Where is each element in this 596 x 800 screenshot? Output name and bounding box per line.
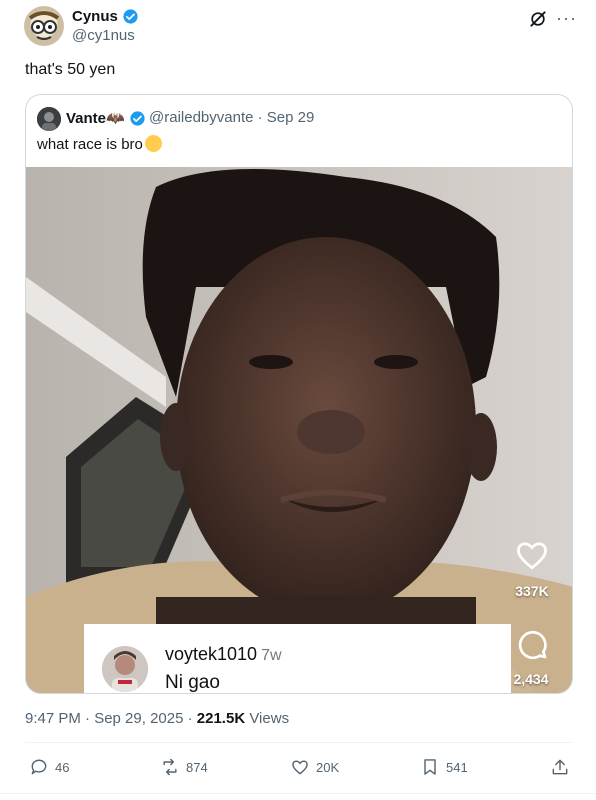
quote-handle[interactable]: @railedbyvante · Sep 29 (149, 109, 314, 126)
bookmark-button[interactable]: 541 (420, 757, 468, 777)
grok-icon[interactable] (528, 9, 548, 29)
repost-button[interactable]: 874 (160, 757, 208, 777)
comment-icon[interactable] (515, 627, 551, 663)
tweet-text: that's 50 yen (25, 61, 116, 78)
author-name[interactable]: Cynus (72, 8, 139, 25)
comment-reply-card: voytek1010 7w Ni gao (84, 624, 511, 693)
quote-name[interactable]: Vante🦇 (66, 109, 146, 127)
bookmark-icon (424, 759, 436, 775)
video-media[interactable]: 337K 2,434 voytek1010 7w Ni gao (26, 167, 572, 693)
verified-icon (130, 110, 145, 126)
comment-text: Ni gao (165, 672, 220, 693)
quoted-tweet[interactable]: Vante🦇 @railedbyvante · Sep 29 what race… (25, 94, 573, 694)
comment-time: 7w (261, 647, 282, 664)
upload-button[interactable] (550, 757, 570, 777)
repost-icon (163, 758, 177, 776)
like-icon (292, 760, 308, 775)
author-avatar[interactable] (24, 6, 64, 46)
verified-icon (123, 9, 138, 24)
tweet-timestamp[interactable]: 9:47 PM · Sep 29, 2025 · 221.5K Views (25, 710, 289, 727)
bottom-divider (0, 793, 596, 794)
heart-icon[interactable] (514, 537, 550, 573)
video-frame (26, 167, 572, 693)
upload-icon (552, 759, 568, 775)
author-handle[interactable]: @cy1nus (72, 27, 135, 44)
view-count: 221.5K (196, 710, 246, 727)
commenter-username: voytek1010 7w (165, 644, 282, 664)
video-like-count: 337K (515, 583, 549, 599)
crying-emoji-icon (144, 135, 162, 152)
reply-button[interactable]: 46 (29, 757, 69, 777)
divider (25, 742, 573, 743)
commenter-avatar (102, 646, 148, 692)
more-icon[interactable]: ··· (556, 8, 577, 29)
reply-icon (31, 759, 47, 775)
quote-text: what race is bro (37, 135, 162, 153)
like-button[interactable]: 20K (290, 757, 339, 777)
quote-avatar[interactable] (37, 107, 61, 131)
